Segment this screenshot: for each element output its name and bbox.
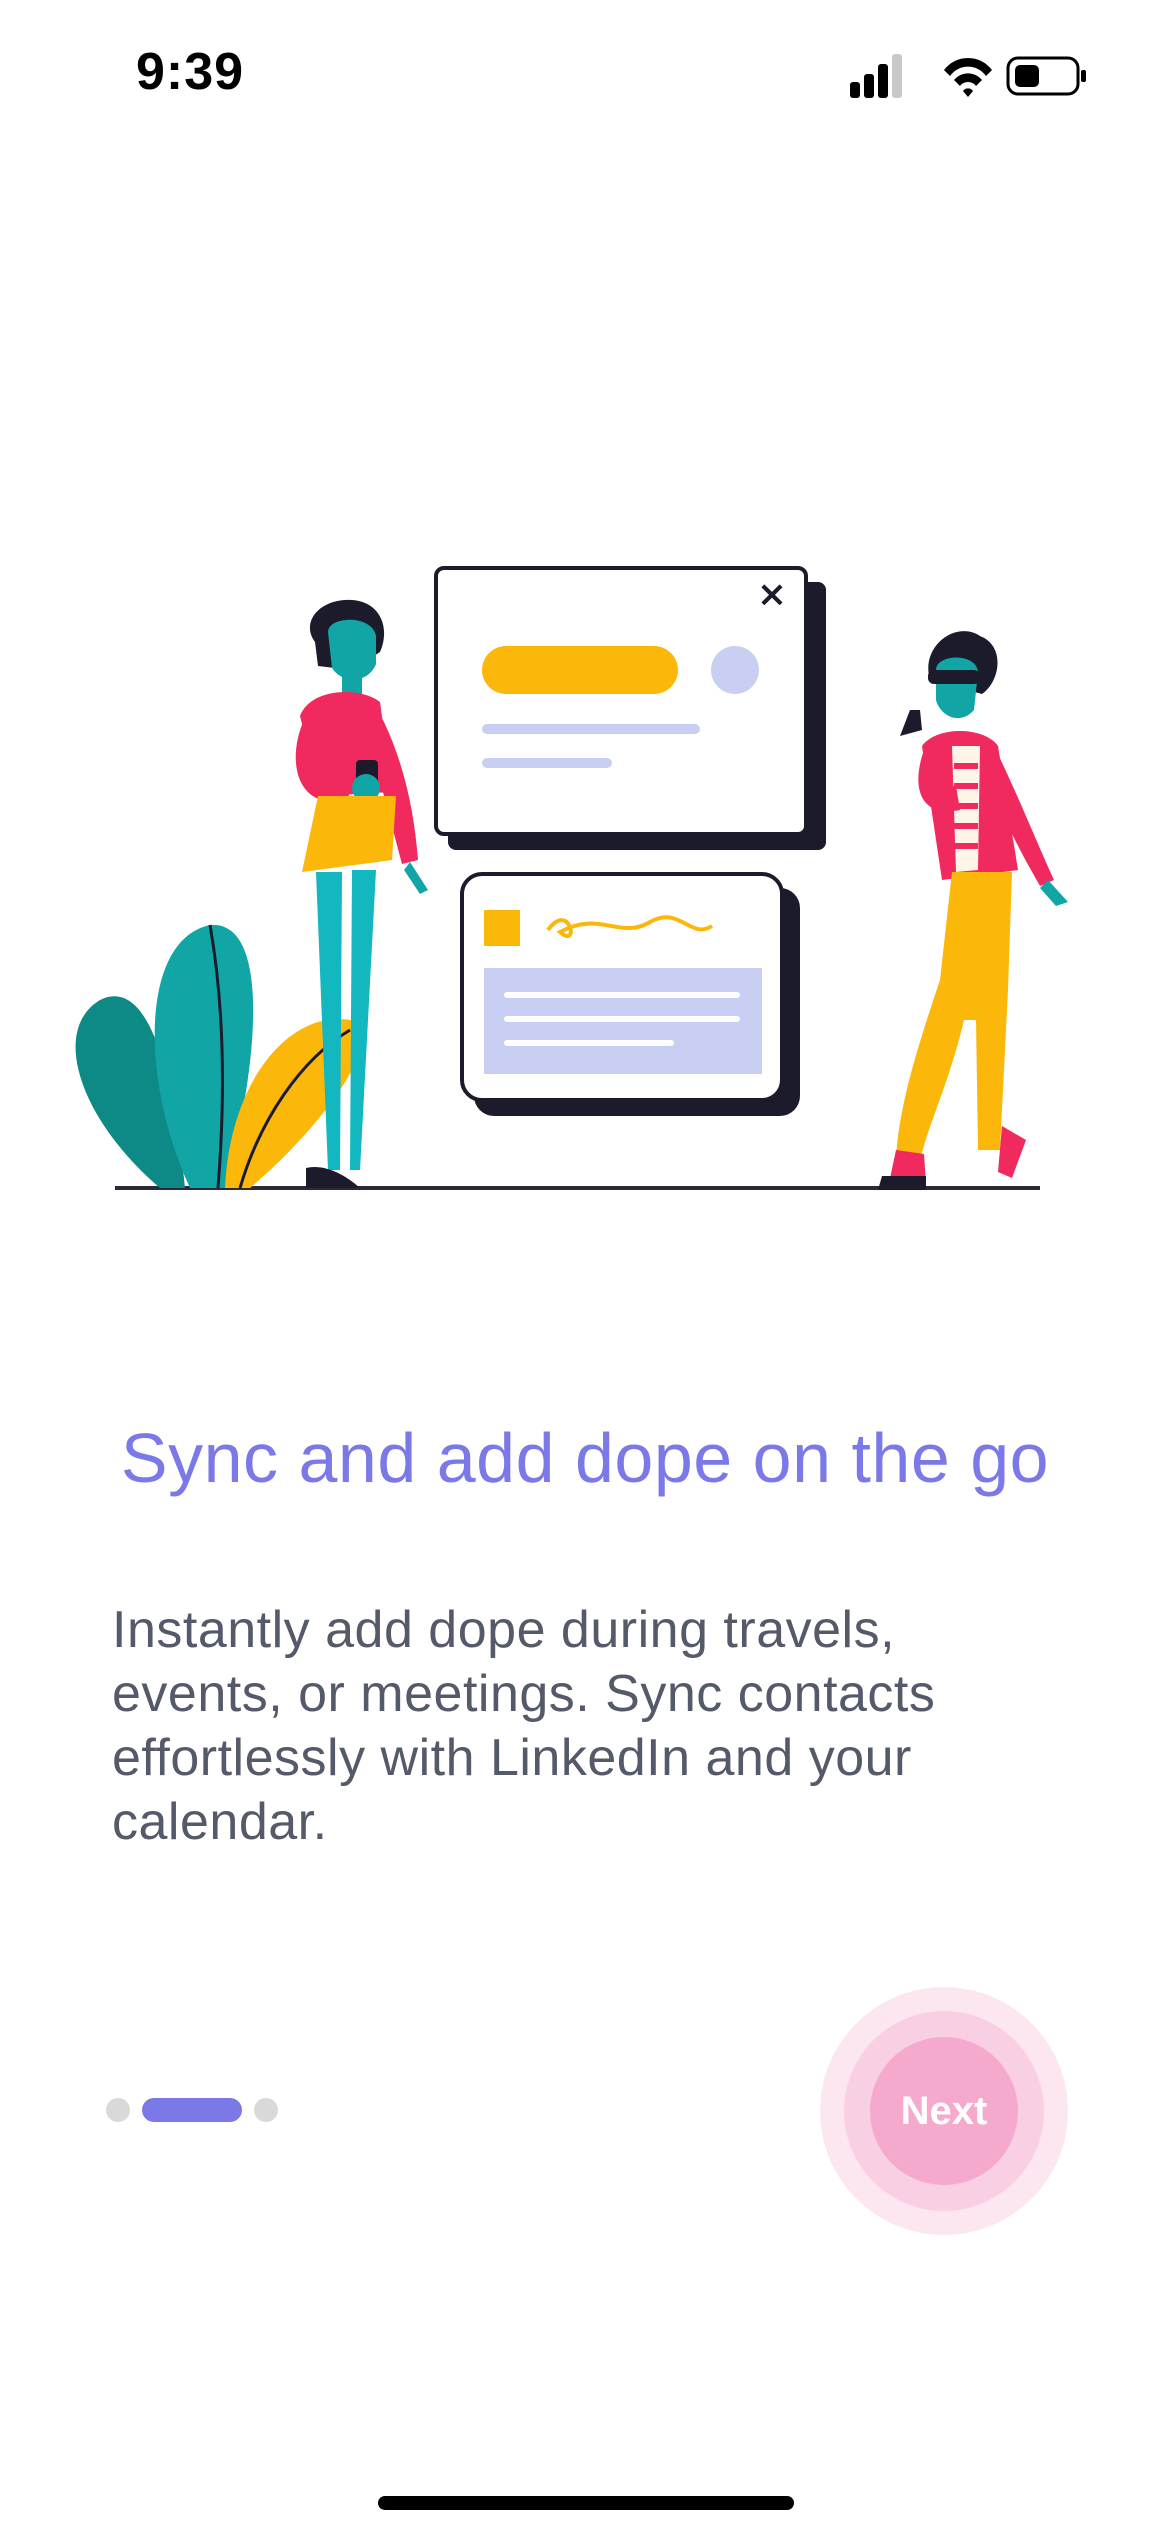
pager-dot bbox=[254, 2098, 278, 2122]
plant-leaves bbox=[75, 924, 363, 1189]
profile-card: × bbox=[434, 566, 826, 850]
status-time: 9:39 bbox=[136, 43, 245, 101]
signature-card bbox=[460, 872, 800, 1116]
close-icon: × bbox=[757, 574, 787, 615]
next-button-halo: Next bbox=[820, 1987, 1068, 2235]
wifi-icon bbox=[944, 58, 992, 97]
pager-dot-active bbox=[142, 2098, 242, 2122]
onboarding-illustration: × bbox=[75, 566, 1068, 1190]
page-description: Instantly add dope during travels, event… bbox=[112, 1601, 936, 1851]
signal-icon bbox=[850, 54, 902, 98]
man-figure bbox=[878, 631, 1068, 1190]
page-title: Sync and add dope on the go bbox=[120, 1419, 1050, 1497]
battery-icon bbox=[1006, 56, 1086, 96]
status-icons bbox=[850, 54, 1086, 98]
pager-dot bbox=[106, 2098, 130, 2122]
status-bar: 9:39 bbox=[0, 0, 1170, 160]
home-indicator[interactable] bbox=[378, 2496, 794, 2510]
next-button[interactable]: Next bbox=[870, 2037, 1018, 2185]
